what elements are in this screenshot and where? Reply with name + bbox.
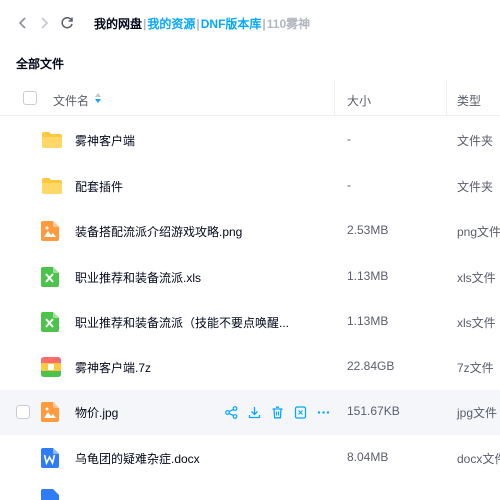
file-type: xls文件 [457,316,496,330]
table-row[interactable]: 配套插件 - 文件夹 [0,164,500,209]
file-name[interactable]: 物价.jpg [75,404,118,421]
file-size: 1.13MB [347,314,389,328]
file-size: 151.67KB [347,404,400,418]
breadcrumb-separator: | [262,16,266,31]
breadcrumb-separator: | [143,16,147,31]
file-name[interactable]: 职业推荐和装备流派（技能不要点唤醒... [75,314,289,331]
table-row[interactable]: 物价.jpg 151.67KB jpg文件 [0,390,500,435]
image-file-icon [41,402,59,422]
column-header-size[interactable]: 大小 [347,92,371,109]
breadcrumb-item-my-resources[interactable]: 我的资源 [147,15,195,32]
file-type: xls文件 [457,271,496,285]
folder-icon [42,178,62,194]
breadcrumb-item-dnf-library[interactable]: DNF版本库 [201,15,262,32]
file-type: png文件 [457,225,500,239]
more-button[interactable] [316,405,331,420]
select-all-checkbox[interactable] [23,91,37,105]
refresh-button[interactable] [58,14,76,32]
more-icon [317,411,330,414]
image-file-icon [41,221,59,241]
row-actions [224,405,331,420]
file-size: 1.13MB [347,269,389,283]
excel-file-icon [41,312,59,332]
back-button[interactable] [14,14,32,32]
table-row[interactable]: 职业推荐和装备流派（技能不要点唤醒... 1.13MB xls文件 [0,300,500,345]
table-row[interactable]: 乌龟团的疑难杂症.docx 8.04MB docx文件 [0,436,500,481]
table-row[interactable]: 雾神客户端 - 文件夹 [0,118,500,163]
table-row[interactable]: 装备搭配流派介绍游戏攻略.png 2.53MB png文件 [0,209,500,254]
file-size: - [347,132,351,146]
file-size: 8.04MB [347,450,389,464]
file-name[interactable]: 配套插件 [75,178,123,195]
file-type: jpg文件 [457,406,498,420]
column-header-name[interactable]: 文件名 [53,92,89,109]
delete-button[interactable] [270,405,285,420]
word-file-icon [41,448,59,468]
refresh-icon [61,16,73,29]
trash-icon [272,406,283,419]
table-row[interactable] [0,481,500,500]
share-button[interactable] [224,405,239,420]
file-size: - [347,178,351,192]
file-size: 22.84GB [347,359,395,373]
table-header: 文件名 大小 类型 [0,80,500,116]
file-type: 7z文件 [457,361,494,375]
file-type: 文件夹 [457,134,494,148]
copy-link-button[interactable] [293,405,308,420]
row-checkbox[interactable] [16,405,30,419]
table-row[interactable]: 雾神客户端.7z 22.84GB 7z文件 [0,345,500,390]
page-title: 全部文件 [16,57,65,71]
breadcrumb-separator: | [196,16,200,31]
folder-icon [42,132,62,148]
sort-icon[interactable] [95,93,101,103]
excel-file-icon [41,267,59,287]
breadcrumb: 我的网盘 | 我的资源 | DNF版本库 | 110雾神 [94,15,310,32]
column-divider[interactable] [446,80,447,116]
column-header-type[interactable]: 类型 [457,92,481,109]
file-name[interactable]: 雾神客户端.7z [75,359,151,376]
file-size: 2.53MB [347,223,389,237]
file-name[interactable]: 乌龟团的疑难杂症.docx [75,450,200,467]
archive-file-icon [41,357,61,377]
word-file-icon [41,489,59,500]
table-row[interactable]: 职业推荐和装备流派.xls 1.13MB xls文件 [0,255,500,300]
breadcrumb-item-my-drive[interactable]: 我的网盘 [94,15,142,32]
column-divider[interactable] [334,80,335,116]
file-name[interactable]: 装备搭配流派介绍游戏攻略.png [75,223,242,240]
share-icon [225,406,238,419]
file-name[interactable]: 职业推荐和装备流派.xls [75,269,201,286]
link-file-icon [294,406,307,419]
file-type: 文件夹 [457,180,494,194]
download-icon [248,407,261,419]
file-type: docx文件 [457,452,500,466]
forward-button[interactable] [35,14,53,32]
download-button[interactable] [247,405,262,420]
chevron-right-icon [41,17,49,29]
breadcrumb-item-current: 110雾神 [266,17,311,31]
chevron-left-icon [18,17,26,29]
file-name[interactable]: 雾神客户端 [75,132,135,149]
top-bar: 我的网盘 | 我的资源 | DNF版本库 | 110雾神 [0,0,500,46]
